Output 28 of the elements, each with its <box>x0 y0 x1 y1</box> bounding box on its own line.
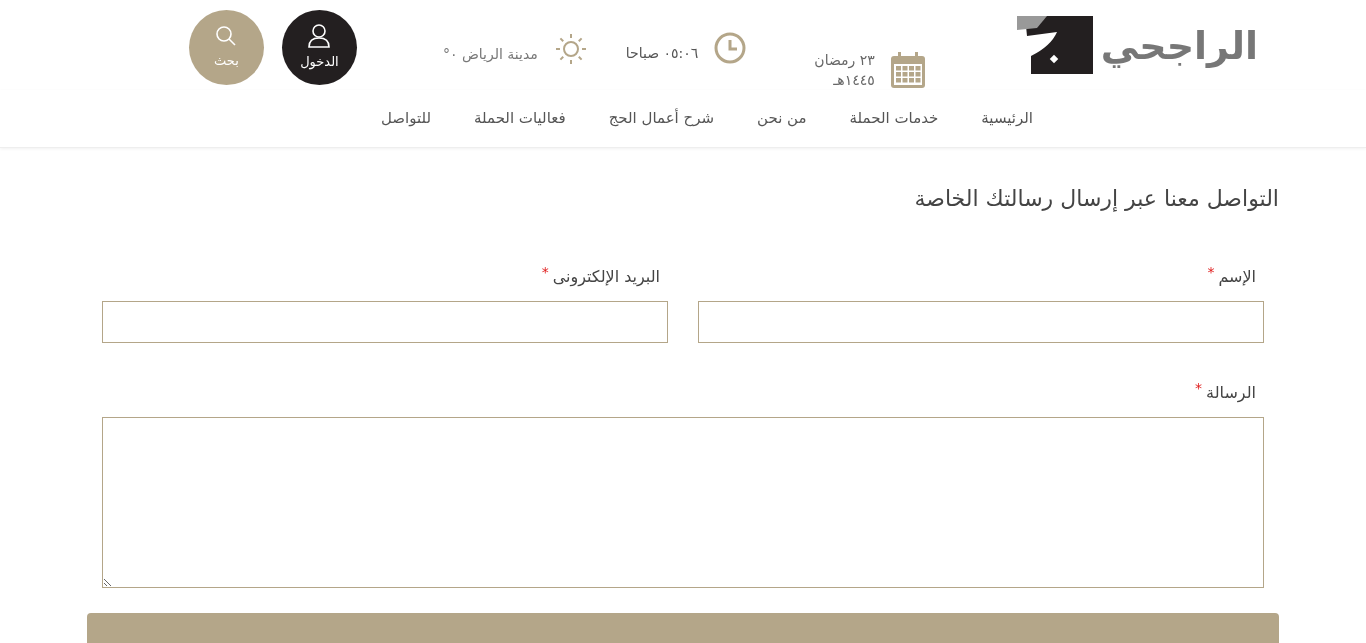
logo-text[interactable]: الراجحي <box>1100 17 1258 75</box>
login-button[interactable]: الدخول <box>281 10 357 85</box>
user-icon <box>308 23 331 48</box>
field-label: الرسالة <box>1206 382 1256 405</box>
nav-link[interactable]: شرح أعمال الحج <box>608 107 715 130</box>
required-mark: * <box>1207 265 1215 279</box>
nav-link[interactable]: للتواصل <box>380 107 431 130</box>
required-mark: * <box>541 265 549 279</box>
form-title: التواصل معنا عبر إرسال رسالتك الخاصة <box>913 185 1279 214</box>
search-icon <box>215 24 238 47</box>
field-label: الإسم <box>1218 266 1256 288</box>
nav-link[interactable]: خدمات الحملة <box>849 107 939 130</box>
time-text: ٠٥:٠٦ صباحا <box>625 43 699 63</box>
nav-link[interactable]: فعاليات الحملة <box>474 107 566 130</box>
field-label: البريد الإلكترونى <box>552 266 660 289</box>
weather-text: مدينة الرياض ٠° <box>442 44 538 65</box>
hijri-day: ٢٣ رمضان <box>814 50 875 70</box>
hijri-year: ١٤٤٥هـ <box>832 71 875 90</box>
nav-link[interactable]: من نحن <box>757 107 807 130</box>
input-field[interactable] <box>102 301 668 343</box>
sun-icon <box>553 32 588 66</box>
logo-icon <box>1016 16 1093 76</box>
input-field[interactable] <box>698 301 1264 343</box>
required-mark: * <box>1195 381 1203 395</box>
message-field[interactable] <box>102 417 1264 588</box>
clock-icon <box>714 32 747 64</box>
nav-link[interactable]: الرئيسية <box>981 107 1033 130</box>
calendar-icon <box>890 52 925 88</box>
